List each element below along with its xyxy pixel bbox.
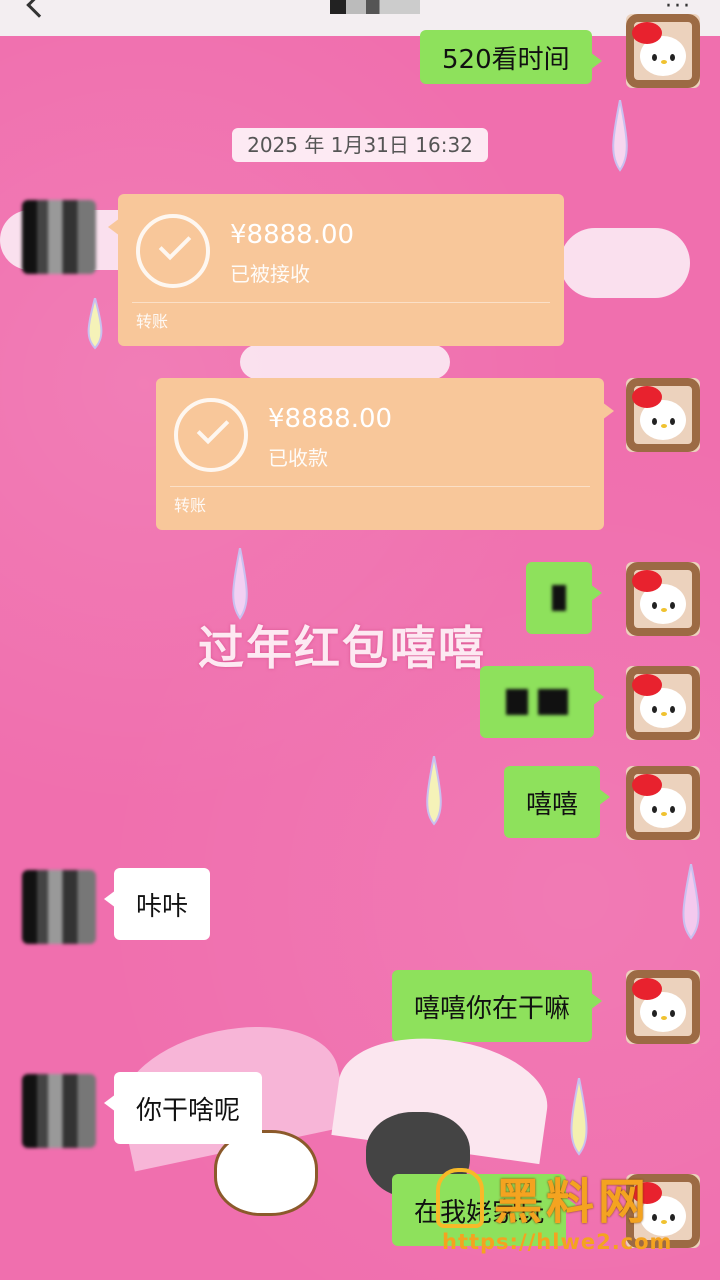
- check-circle-icon: [174, 398, 248, 472]
- transfer-label: 转账: [174, 496, 207, 515]
- raindrop-icon: [570, 1078, 588, 1156]
- redacted-text: [552, 585, 566, 611]
- transfer-amount: ¥8888.00: [268, 404, 393, 434]
- overlay-caption: 过年红包嘻嘻: [198, 621, 486, 675]
- contact-avatar[interactable]: [22, 200, 96, 274]
- contact-avatar[interactable]: [22, 1074, 96, 1148]
- transfer-status: 已收款: [268, 446, 328, 470]
- watermark-title: 黑料网: [494, 1174, 651, 1230]
- back-icon[interactable]: [26, 0, 52, 18]
- message-bubble-outgoing[interactable]: 嘻嘻: [504, 766, 611, 838]
- message-text: 你干啥呢: [136, 1095, 241, 1126]
- message-bubble-outgoing-redacted[interactable]: [526, 562, 602, 634]
- message-bubble-outgoing[interactable]: 520看时间: [420, 30, 602, 84]
- raindrop-icon: [682, 864, 700, 940]
- message-bubble-incoming[interactable]: 你干啥呢: [103, 1072, 263, 1144]
- site-watermark: 黑料网 https://hlwe2.com: [430, 1160, 710, 1260]
- chat-title-redacted: [330, 0, 420, 14]
- transfer-status: 已被接收: [230, 262, 310, 286]
- message-bubble-outgoing-redacted[interactable]: [480, 666, 604, 738]
- message-text: 520看时间: [442, 44, 570, 75]
- chat-header: ···: [0, 0, 720, 36]
- check-circle-icon: [136, 214, 210, 288]
- my-avatar[interactable]: [626, 666, 700, 740]
- raindrop-icon: [426, 756, 442, 826]
- message-timestamp: 2025 年 1月31日 16:32: [232, 128, 488, 162]
- raindrop-icon: [232, 548, 248, 620]
- raindrop-icon: [87, 298, 103, 350]
- my-avatar[interactable]: [626, 970, 700, 1044]
- flame-logo-icon: [436, 1168, 484, 1228]
- cloud-decoration: [560, 228, 690, 298]
- message-text: 嘻嘻: [526, 789, 579, 820]
- my-avatar[interactable]: [626, 378, 700, 452]
- raindrop-icon: [612, 100, 628, 172]
- cloud-decoration: [240, 345, 450, 379]
- redacted-text: [506, 689, 528, 715]
- card-divider: [170, 486, 590, 487]
- message-text: 咔咔: [136, 891, 189, 922]
- transfer-label: 转账: [136, 312, 169, 331]
- watermark-url: https://hlwe2.com: [442, 1230, 673, 1254]
- transfer-card-incoming[interactable]: ¥8888.00 已被接收 转账: [108, 194, 564, 346]
- transfer-card-outgoing[interactable]: ¥8888.00 已收款 转账: [156, 378, 614, 530]
- card-divider: [132, 302, 550, 303]
- my-avatar[interactable]: [626, 14, 700, 88]
- contact-avatar[interactable]: [22, 870, 96, 944]
- message-text: 嘻嘻你在干嘛: [414, 993, 571, 1024]
- my-avatar[interactable]: [626, 766, 700, 840]
- message-bubble-incoming[interactable]: 咔咔: [103, 868, 211, 940]
- transfer-amount: ¥8888.00: [230, 220, 355, 250]
- my-avatar[interactable]: [626, 562, 700, 636]
- redacted-text: [538, 689, 568, 715]
- message-bubble-outgoing[interactable]: 嘻嘻你在干嘛: [392, 970, 603, 1042]
